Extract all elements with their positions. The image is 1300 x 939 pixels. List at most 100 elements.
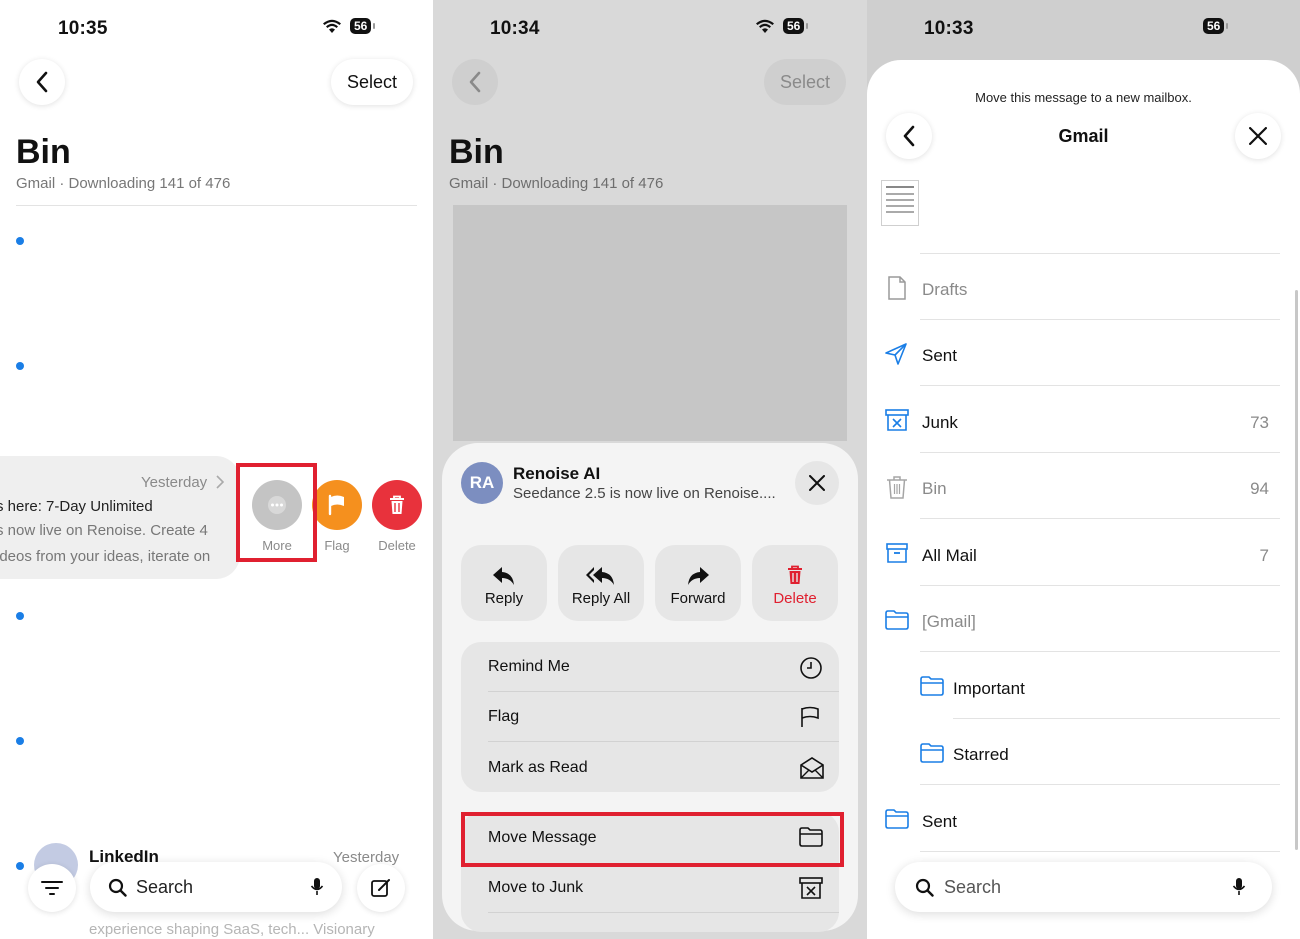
flag-action-button[interactable]: Flag	[312, 480, 362, 553]
divider	[953, 718, 1280, 719]
status-icons: 56	[755, 18, 809, 34]
mailbox-label: Drafts	[922, 280, 968, 299]
divider	[920, 385, 1280, 386]
delete-action-button[interactable]: Delete	[372, 480, 422, 553]
select-button[interactable]: Select	[764, 59, 846, 105]
mailbox-label: Important	[953, 679, 1025, 698]
message-date: Yesterday	[141, 474, 208, 491]
divider	[920, 253, 1280, 254]
close-icon	[809, 475, 825, 491]
compose-button[interactable]	[357, 864, 405, 912]
message-date: Yesterday	[333, 849, 400, 866]
divider	[920, 518, 1280, 519]
divider	[920, 651, 1280, 652]
flag-item[interactable]: Flag	[488, 708, 519, 726]
delete-button[interactable]: Delete	[752, 545, 838, 621]
chevron-right-icon	[216, 475, 224, 489]
reply-all-label: Reply All	[571, 590, 631, 607]
remind-me-item[interactable]: Remind Me	[488, 658, 570, 676]
reply-button[interactable]: Reply	[461, 545, 547, 621]
unread-dot	[16, 737, 24, 745]
status-time: 10:34	[490, 18, 540, 39]
back-button[interactable]	[452, 59, 498, 105]
flag-icon	[328, 494, 344, 516]
archive-icon	[886, 543, 908, 563]
filter-icon	[41, 881, 63, 895]
status-icons: 56	[322, 18, 376, 34]
page-title: Bin	[16, 133, 71, 171]
trash-icon	[390, 495, 404, 514]
back-button[interactable]	[19, 59, 65, 105]
divider	[16, 205, 417, 206]
close-button[interactable]	[1235, 113, 1281, 159]
folder-icon	[885, 610, 909, 630]
folder-icon	[920, 676, 944, 696]
status-icons: 56	[1203, 18, 1229, 34]
divider	[488, 691, 839, 692]
paperplane-icon	[885, 343, 907, 365]
trash-icon	[887, 476, 907, 499]
chevron-left-icon	[469, 71, 481, 93]
divider	[488, 741, 839, 742]
close-icon	[1249, 127, 1267, 145]
trash-icon	[788, 565, 802, 584]
battery-indicator: 56	[783, 18, 809, 34]
compose-icon	[371, 879, 390, 897]
divider	[920, 319, 1280, 320]
mailbox-count: 94	[1250, 479, 1269, 498]
unread-dot	[16, 612, 24, 620]
move-to-mailbox-panel: 10:33 56 Move this message to a new mail…	[867, 0, 1300, 939]
folder-icon	[885, 809, 909, 829]
mailbox-count: 7	[1259, 546, 1269, 565]
divider	[920, 585, 1280, 586]
clock-icon	[800, 657, 822, 679]
dimmed-content	[453, 205, 847, 441]
message-preview: ideos from your ideas, iterate on	[0, 548, 211, 565]
divider	[920, 452, 1280, 453]
page-subtitle: Gmail · Downloading 141 of 476	[16, 175, 231, 192]
select-button[interactable]: Select	[331, 59, 413, 105]
search-icon	[915, 878, 934, 897]
mailbox-label: [Gmail]	[922, 612, 976, 631]
forward-label: Forward	[670, 590, 726, 607]
mark-as-read-item[interactable]: Mark as Read	[488, 759, 588, 777]
mailbox-label: Bin	[922, 479, 947, 498]
search-placeholder: Search	[944, 876, 1002, 897]
divider	[920, 784, 1280, 785]
microphone-icon[interactable]	[310, 877, 324, 897]
chevron-left-icon	[36, 71, 48, 93]
message-preview: Seedance 2.5 is now live on Renoise....	[513, 485, 776, 502]
message-subject: s here: 7-Day Unlimited	[0, 498, 153, 515]
sender-avatar: RA	[461, 462, 503, 504]
forward-icon	[688, 567, 709, 585]
filter-button[interactable]	[28, 864, 76, 912]
unread-dot	[16, 362, 24, 370]
search-icon	[108, 878, 127, 897]
mailbox-label: Sent	[922, 346, 957, 365]
reply-icon	[493, 567, 514, 585]
scrollbar[interactable]	[1295, 290, 1298, 850]
search-field[interactable]: Search	[90, 862, 342, 912]
flag-outline-icon	[801, 706, 819, 727]
unread-dot	[16, 862, 24, 870]
highlight-box	[236, 463, 317, 562]
move-to-junk-item[interactable]: Move to Junk	[488, 879, 583, 897]
draft-icon	[888, 276, 906, 300]
microphone-icon[interactable]	[1232, 877, 1246, 897]
delete-label: Delete	[773, 590, 817, 607]
reply-all-button[interactable]: Reply All	[558, 545, 644, 621]
swiped-message-row[interactable]: Yesterday s here: 7-Day Unlimited s now …	[0, 456, 240, 579]
unread-dot	[16, 237, 24, 245]
close-button[interactable]	[795, 461, 839, 505]
forward-button[interactable]: Forward	[655, 545, 741, 621]
sender-name: Renoise AI	[513, 464, 601, 483]
action-sheet-panel: 10:34 56 Select Bin Gmail · Downloading …	[433, 0, 867, 939]
search-field[interactable]: Search	[895, 862, 1272, 912]
flag-action-label: Flag	[324, 538, 350, 553]
wifi-icon	[323, 19, 341, 33]
battery-indicator: 56	[1203, 18, 1229, 34]
highlight-box	[461, 812, 844, 867]
bin-list-panel: 10:35 56 Select Bin Gmail · Downloading …	[0, 0, 433, 939]
mailbox-picker-sheet	[867, 60, 1300, 939]
divider	[920, 851, 1280, 852]
